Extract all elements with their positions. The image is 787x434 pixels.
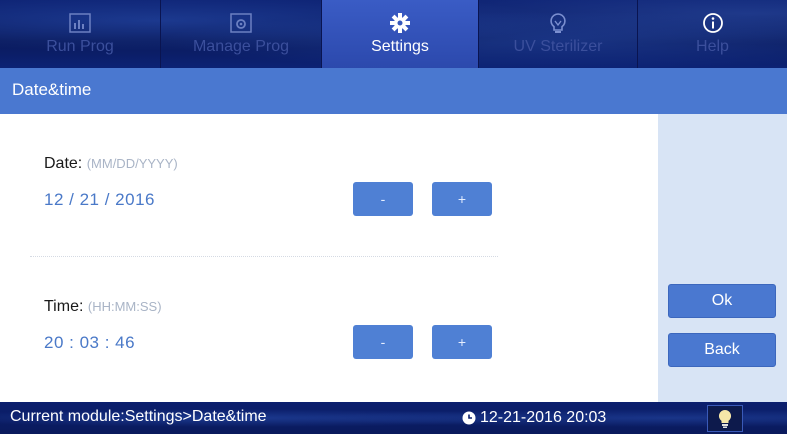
time-value: 20 : 03 : 46	[44, 333, 136, 352]
lightbulb-icon	[718, 409, 732, 428]
time-increment-button[interactable]: +	[432, 325, 492, 359]
page-title: Date&time	[12, 80, 92, 99]
tab-settings[interactable]: Settings	[322, 0, 478, 68]
date-label-text: Date:	[44, 155, 83, 172]
date-decrement-button[interactable]: -	[353, 182, 413, 216]
status-bar: Current module:Settings>Date&time 12-21-…	[0, 402, 787, 434]
status-clock: 12-21-2016 20:03	[462, 409, 606, 427]
tab-help[interactable]: Help	[638, 0, 787, 68]
top-nav: Run Prog Manage Prog Settings UV Sterili…	[0, 0, 787, 68]
action-panel: Ok Back	[658, 114, 787, 402]
date-value: 12 / 21 / 2016	[44, 190, 155, 209]
gear-icon	[389, 12, 411, 34]
back-button[interactable]: Back	[668, 333, 776, 367]
status-datetime: 12-21-2016 20:03	[480, 409, 607, 426]
tab-run-prog[interactable]: Run Prog	[0, 0, 160, 68]
date-label: Date: (MM/DD/YYYY)	[44, 155, 178, 173]
tab-label: Help	[696, 38, 729, 55]
light-toggle-button[interactable]	[707, 405, 743, 432]
date-increment-button[interactable]: +	[432, 182, 492, 216]
current-module-text: Current module:Settings>Date&time	[10, 408, 267, 425]
time-label: Time: (HH:MM:SS)	[44, 298, 162, 316]
page-title-bar: Date&time	[0, 68, 787, 114]
tab-manage-prog[interactable]: Manage Prog	[161, 0, 321, 68]
ok-button[interactable]: Ok	[668, 284, 776, 318]
time-format-hint: (HH:MM:SS)	[87, 299, 162, 314]
divider	[30, 256, 498, 257]
tab-uv-sterilizer[interactable]: UV Sterilizer	[479, 0, 637, 68]
date-format-hint: (MM/DD/YYYY)	[86, 156, 178, 171]
time-decrement-button[interactable]: -	[353, 325, 413, 359]
info-icon	[702, 12, 724, 34]
clock-icon	[462, 411, 476, 425]
tab-label: Manage Prog	[192, 38, 290, 55]
settings-box-icon	[230, 12, 252, 34]
tab-label: Settings	[371, 38, 429, 55]
tab-label: Run Prog	[46, 38, 114, 55]
uv-bulb-icon	[547, 12, 569, 34]
time-label-text: Time:	[44, 298, 84, 315]
tab-label: UV Sterilizer	[513, 38, 603, 55]
bar-chart-icon	[69, 12, 91, 34]
